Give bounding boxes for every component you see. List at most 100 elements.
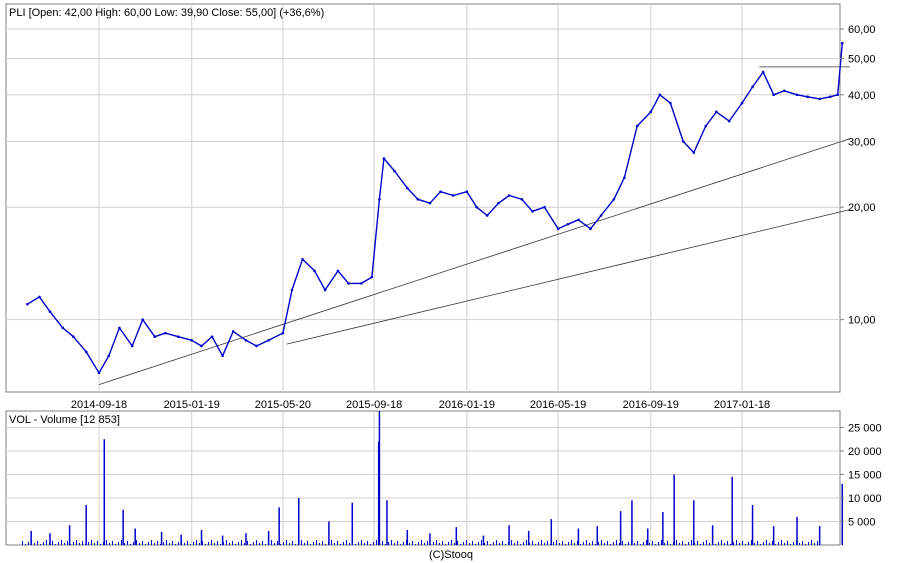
volume-base-bar: [772, 541, 773, 545]
price-point: [715, 110, 718, 114]
volume-base-bar: [682, 541, 683, 545]
volume-base-bar: [250, 544, 251, 545]
volume-base-bar: [802, 541, 803, 545]
volume-bar: [429, 533, 431, 545]
volume-base-bar: [646, 540, 647, 545]
volume-base-bar: [619, 543, 620, 545]
volume-base-bar: [61, 540, 62, 545]
volume-base-bar: [811, 540, 812, 545]
volume-base-bar: [232, 541, 233, 545]
volume-base-bar: [385, 544, 386, 545]
volume-base-bar: [289, 543, 290, 545]
y-tick-label: 10,00: [848, 315, 876, 327]
volume-base-bar: [556, 540, 557, 545]
volume-base-bar: [613, 542, 614, 545]
volume-base-bar: [193, 542, 194, 545]
price-point: [612, 197, 616, 201]
volume-base-bar: [397, 541, 398, 545]
volume-base-bar: [184, 543, 185, 545]
volume-base-bar: [226, 540, 227, 545]
volume-base-bar: [703, 542, 704, 545]
volume-base-bar: [316, 540, 317, 545]
volume-base-bar: [532, 541, 533, 545]
volume-base-bar: [757, 541, 758, 545]
volume-bar: [134, 528, 136, 545]
volume-bar: [30, 530, 32, 545]
volume-base-bar: [805, 544, 806, 545]
volume-bar: [693, 500, 695, 545]
price-point: [210, 335, 214, 339]
price-point: [323, 288, 327, 292]
volume-title: VOL - Volume [12 853]: [9, 414, 120, 426]
price-point: [727, 119, 731, 123]
price-point: [658, 93, 662, 97]
volume-bar: [796, 516, 798, 545]
footer-credit: (C)Stooq: [429, 549, 473, 561]
volume-base-bar: [283, 542, 284, 545]
volume-base-bar: [196, 540, 197, 545]
volume-base-bar: [124, 543, 125, 545]
volume-base-bar: [601, 540, 602, 545]
price-point: [26, 302, 29, 306]
volume-base-bar: [100, 544, 101, 545]
price-point: [416, 197, 420, 201]
volume-base-bar: [787, 541, 788, 545]
volume-bar: [550, 519, 553, 545]
volume-base-bar: [730, 544, 731, 545]
volume-grid: [6, 411, 840, 545]
volume-base-bar: [28, 542, 29, 545]
volume-base-bar: [265, 544, 266, 545]
x-tick-label: 2015-09-18: [346, 399, 402, 411]
price-point: [61, 326, 65, 330]
volume-base-bar: [691, 540, 692, 545]
volume-base-bar: [121, 540, 122, 545]
volume-base-bar: [325, 544, 326, 545]
volume-base-bar: [742, 541, 743, 545]
volume-bar: [772, 526, 775, 545]
volume-base-bar: [736, 540, 737, 545]
volume-base-bar: [37, 541, 38, 545]
volume-base-bar: [127, 541, 128, 545]
volume-bar: [298, 497, 300, 545]
volume-base-bar: [94, 543, 95, 545]
volume-bar: [221, 535, 224, 545]
volume-base-bar: [583, 542, 584, 545]
price-point: [255, 344, 258, 348]
price-point: [164, 331, 167, 335]
volume-bar: [180, 534, 182, 545]
volume-base-bar: [769, 543, 770, 545]
volume-y-axis: 5 000 10 000 15 000 20 000 25 000: [840, 422, 882, 528]
price-point: [577, 218, 580, 222]
volume-base-bar: [718, 542, 719, 545]
volume-base-bar: [175, 544, 176, 545]
volume-tick-label: 10 000: [848, 493, 882, 505]
volume-base-bar: [208, 542, 209, 545]
price-point: [828, 95, 832, 99]
price-point: [393, 169, 396, 173]
price-point: [153, 335, 157, 339]
volume-base-bar: [733, 542, 734, 545]
volume-base-bar: [424, 543, 425, 545]
volume-base-bar: [784, 543, 785, 545]
volume-base-bar: [355, 544, 356, 545]
price-point: [740, 101, 744, 105]
price-point: [200, 344, 203, 348]
volume-base-bar: [382, 541, 383, 545]
volume-base-bar: [502, 541, 503, 545]
volume-bar: [662, 512, 664, 545]
volume-base-bar: [448, 542, 449, 545]
volume-base-bar: [166, 540, 167, 545]
volume-base-bar: [52, 541, 53, 545]
price-point: [118, 326, 121, 330]
volume-base-bar: [136, 540, 137, 545]
volume-base-bar: [775, 544, 776, 545]
price-point: [231, 330, 235, 333]
volume-base-bar: [190, 544, 191, 545]
volume-base-bar: [544, 543, 545, 545]
volume-base-bar: [466, 540, 467, 545]
volume-base-bar: [754, 543, 755, 545]
volume-base-bar: [517, 541, 518, 545]
volume-base-bar: [580, 544, 581, 545]
volume-base-bar: [709, 543, 710, 545]
volume-base-bar: [763, 542, 764, 545]
